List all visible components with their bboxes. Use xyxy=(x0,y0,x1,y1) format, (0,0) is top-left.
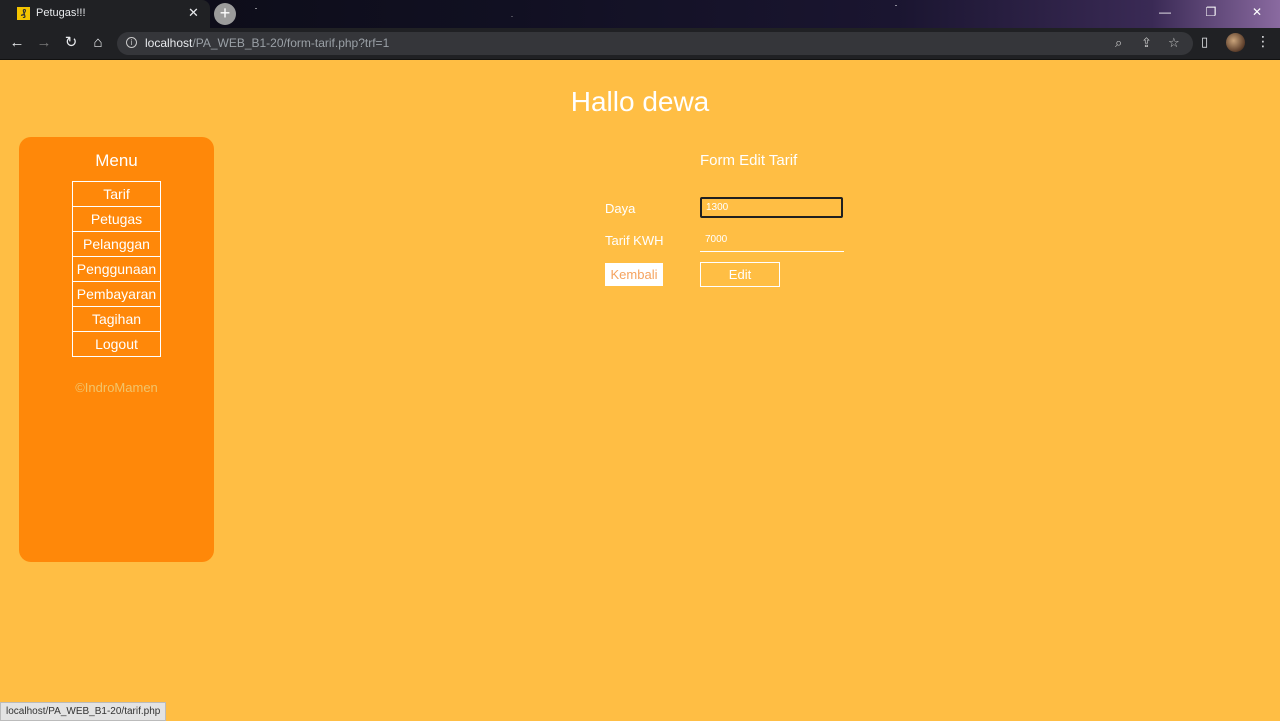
page-title: Hallo dewa xyxy=(570,86,710,117)
edit-button[interactable]: Edit xyxy=(700,262,780,287)
home-icon[interactable]: ⌂ xyxy=(89,34,107,52)
browser-menu-icon[interactable]: ⋮ xyxy=(1256,33,1270,50)
menu-title: Menu xyxy=(95,151,138,170)
reload-icon[interactable]: ↻ xyxy=(62,34,80,52)
minimize-icon[interactable]: — xyxy=(1142,0,1188,24)
window-controls: — ❐ ✕ xyxy=(1142,0,1280,24)
menu-list: Tarif Petugas Pelanggan Penggunaan Pemba… xyxy=(72,181,161,357)
browser-toolbar: ← → ↻ ⌂ i localhost/PA_WEB_B1-20/form-ta… xyxy=(0,28,1280,60)
site-info-icon[interactable]: i xyxy=(126,37,137,48)
favicon-icon: ₰ xyxy=(17,7,30,20)
browser-tab-strip: ₰ Petugas!!! ✕ + — ❐ ✕ xyxy=(0,0,1280,28)
form-title: Form Edit Tarif xyxy=(700,152,798,169)
sidebar-item-pelanggan[interactable]: Pelanggan xyxy=(72,231,161,257)
sidebar-item-pembayaran[interactable]: Pembayaran xyxy=(72,281,161,307)
url-text[interactable]: localhost/PA_WEB_B1-20/form-tarif.php?tr… xyxy=(145,36,389,50)
kembali-button[interactable]: Kembali xyxy=(605,263,663,286)
share-icon[interactable]: ⇪ xyxy=(1141,35,1152,51)
sidebar-item-petugas[interactable]: Petugas xyxy=(72,206,161,232)
sidebar: Menu Tarif Petugas Pelanggan Penggunaan … xyxy=(19,137,214,562)
new-tab-button[interactable]: + xyxy=(214,3,236,25)
sidebar-item-logout[interactable]: Logout xyxy=(72,331,161,357)
url-path: /PA_WEB_B1-20/form-tarif.php?trf=1 xyxy=(192,36,390,50)
close-tab-icon[interactable]: ✕ xyxy=(188,5,199,21)
restore-icon[interactable]: ❐ xyxy=(1188,0,1234,24)
bookmark-star-icon[interactable]: ☆ xyxy=(1168,35,1180,51)
tarif-kwh-input[interactable]: 7000 xyxy=(700,230,844,252)
url-host: localhost xyxy=(145,36,193,50)
sidebar-item-tagihan[interactable]: Tagihan xyxy=(72,306,161,332)
daya-label: Daya xyxy=(605,201,636,216)
browser-tab[interactable]: ₰ Petugas!!! ✕ xyxy=(0,0,210,28)
back-arrow-icon[interactable]: ← xyxy=(8,34,26,52)
zoom-search-icon[interactable]: ⌕ xyxy=(1115,35,1122,51)
forward-arrow-icon[interactable]: → xyxy=(35,34,53,52)
tarif-kwh-label: Tarif KWH xyxy=(605,233,664,248)
address-bar[interactable]: i localhost/PA_WEB_B1-20/form-tarif.php?… xyxy=(117,32,1193,55)
daya-input[interactable]: 1300 xyxy=(700,197,843,218)
copyright-text: ©IndroMamen xyxy=(75,380,158,395)
sidebar-item-penggunaan[interactable]: Penggunaan xyxy=(72,256,161,282)
side-panel-icon[interactable]: ▯ xyxy=(1201,34,1208,50)
window-close-icon[interactable]: ✕ xyxy=(1234,0,1280,24)
status-bar-url: localhost/PA_WEB_B1-20/tarif.php xyxy=(0,702,167,721)
profile-avatar[interactable] xyxy=(1226,33,1245,52)
tab-title: Petugas!!! xyxy=(36,7,86,19)
sidebar-item-tarif[interactable]: Tarif xyxy=(72,181,161,207)
